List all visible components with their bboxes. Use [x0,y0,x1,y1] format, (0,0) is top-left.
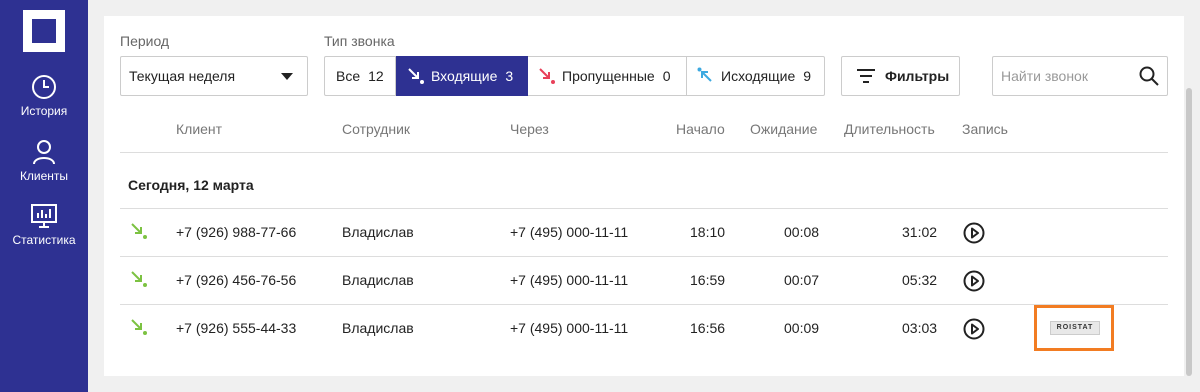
play-icon[interactable] [963,318,985,340]
call-type-count: 12 [368,68,384,84]
period-label: Период [120,33,170,49]
period-value: Текущая неделя [129,68,236,84]
filters-button-label: Фильтры [885,68,950,84]
sidebar-item-label: Статистика [12,233,76,247]
start-time: 18:10 [690,224,726,240]
table-row[interactable]: +7 (926) 555-44-33 Владислав +7 (495) 00… [120,305,1168,353]
wait-time: 00:09 [784,320,820,336]
wait-time: 00:07 [784,272,820,288]
call-type-missed[interactable]: Пропущенные 0 [528,56,687,96]
call-type-label-missed: Пропущенные [562,68,655,84]
search-icon[interactable] [1139,66,1159,86]
employee-name: Владислав [342,224,414,240]
column-header-duration[interactable]: Длительность [844,121,935,137]
caret-down-icon [281,73,293,80]
sidebar-item-label: Клиенты [19,169,69,183]
call-type-outgoing[interactable]: Исходящие 9 [686,56,825,96]
via-number: +7 (495) 000-11-11 [510,272,629,288]
client-phone[interactable]: +7 (926) 555-44-33 [176,320,296,336]
column-header-start[interactable]: Начало [676,121,725,137]
sidebar-item-statistics[interactable]: Статистика [0,203,88,247]
incoming-call-icon [131,319,147,335]
filter-icon [857,69,875,83]
call-type-label-incoming: Входящие [431,68,498,84]
via-number: +7 (495) 000-11-11 [510,224,629,240]
user-icon [33,140,55,165]
play-icon[interactable] [963,222,985,244]
call-type-incoming[interactable]: Входящие 3 [396,56,528,96]
column-header-via[interactable]: Через [510,121,549,137]
column-header-employee[interactable]: Сотрудник [342,121,410,137]
incoming-call-icon [131,271,147,287]
app-logo[interactable] [23,10,65,52]
play-icon[interactable] [963,270,985,292]
call-duration: 31:02 [902,224,938,240]
column-header-client[interactable]: Клиент [176,121,222,137]
filters-button[interactable]: Фильтры [841,56,960,96]
incoming-call-icon [408,68,424,84]
sidebar: История Клиенты Статистика [0,0,88,392]
clock-icon [32,75,56,99]
sidebar-item-history[interactable]: История [0,74,88,118]
search-input[interactable] [1001,66,1131,86]
client-phone[interactable]: +7 (926) 456-76-56 [176,272,296,288]
wait-time: 00:08 [784,224,820,240]
search-box[interactable] [992,56,1168,96]
call-duration: 03:03 [902,320,938,336]
period-select[interactable]: Текущая неделя [120,56,308,96]
call-type-count: 9 [803,68,812,84]
call-type-count: 0 [662,68,671,84]
start-time: 16:56 [690,320,726,336]
call-type-label-all: Все [336,68,361,84]
incoming-call-icon [131,223,147,239]
scrollbar[interactable] [1186,88,1192,376]
header-divider [120,152,1168,153]
call-type-all[interactable]: Все 12 [324,56,396,96]
roistat-badge[interactable]: ROISTAT [1050,321,1100,335]
employee-name: Владислав [342,320,414,336]
table-row[interactable]: +7 (926) 988-77-66 Владислав +7 (495) 00… [120,209,1168,257]
sidebar-item-label: История [20,104,68,118]
date-group-label: Сегодня, 12 марта [128,177,254,193]
call-duration: 05:32 [902,272,938,288]
via-number: +7 (495) 000-11-11 [510,320,629,336]
call-type-count: 3 [505,68,514,84]
call-type-label: Тип звонка [324,33,395,49]
sidebar-item-clients[interactable]: Клиенты [0,139,88,183]
column-header-record: Запись [962,121,1008,137]
chart-icon [31,204,57,228]
employee-name: Владислав [342,272,414,288]
roistat-highlight: ROISTAT [1034,305,1114,351]
client-phone[interactable]: +7 (926) 988-77-66 [176,224,296,240]
column-header-wait[interactable]: Ожидание [750,121,817,137]
logo-mark [32,19,56,43]
start-time: 16:59 [690,272,726,288]
call-type-label-outgoing: Исходящие [721,68,796,84]
table-row[interactable]: +7 (926) 456-76-56 Владислав +7 (495) 00… [120,257,1168,305]
outgoing-call-icon [697,67,712,82]
missed-call-icon [539,68,555,84]
